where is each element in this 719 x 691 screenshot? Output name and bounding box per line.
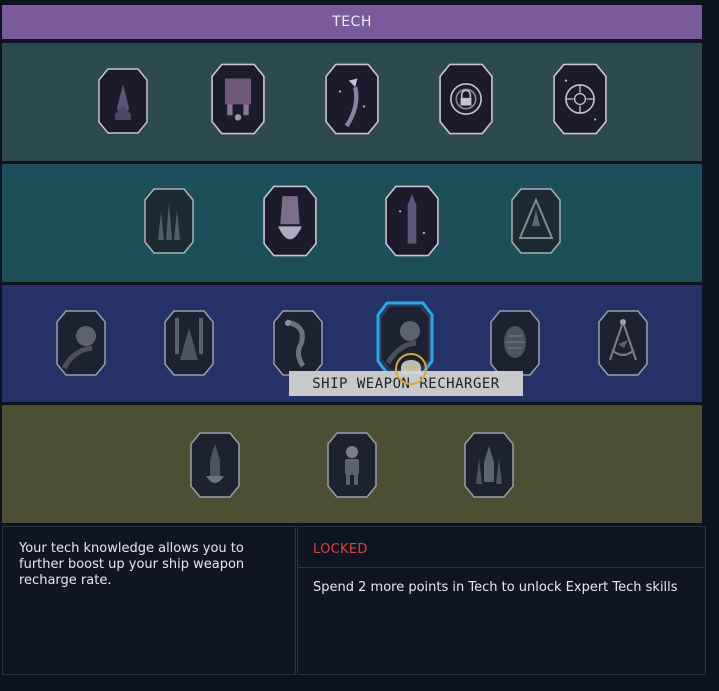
compass-ship-icon[interactable] [598,310,648,376]
panel-divider [298,567,705,568]
mouse-cursor-icon [395,353,427,385]
astronaut-icon[interactable] [327,432,377,498]
skill-status-panel: LOCKED Spend 2 more points in Tech to un… [297,526,706,675]
shield-rocket-icon[interactable] [511,188,561,254]
ship-wings-icon[interactable] [164,310,214,376]
crosshair-reticle-icon[interactable] [553,63,607,135]
unlock-requirement: Spend 2 more points in Tech to unlock Ex… [313,580,678,595]
targeting-lock-icon[interactable] [439,63,493,135]
planet-orbit-icon[interactable] [56,310,106,376]
locked-status: LOCKED [313,542,368,557]
ship-thruster-icon[interactable] [263,183,317,259]
robot-arm-icon[interactable] [273,310,323,376]
skill-description-panel: Your tech knowledge allows you to furthe… [2,526,296,675]
missile-trail-icon[interactable] [325,63,379,135]
skill-tier-2 [2,164,702,282]
rocket-column-icon[interactable] [385,183,439,259]
skill-description: Your tech knowledge allows you to furthe… [19,541,245,588]
rocket-thrusters-icon[interactable] [211,63,265,135]
category-title: TECH [332,14,372,30]
skill-category-header: TECH [2,5,702,39]
rocket-silhouette-icon[interactable] [98,68,148,134]
rocket-launch-icon[interactable] [190,432,240,498]
rocket-towers-icon[interactable] [464,432,514,498]
spires-icon[interactable] [144,188,194,254]
spaceship-pod-icon[interactable] [490,310,540,376]
